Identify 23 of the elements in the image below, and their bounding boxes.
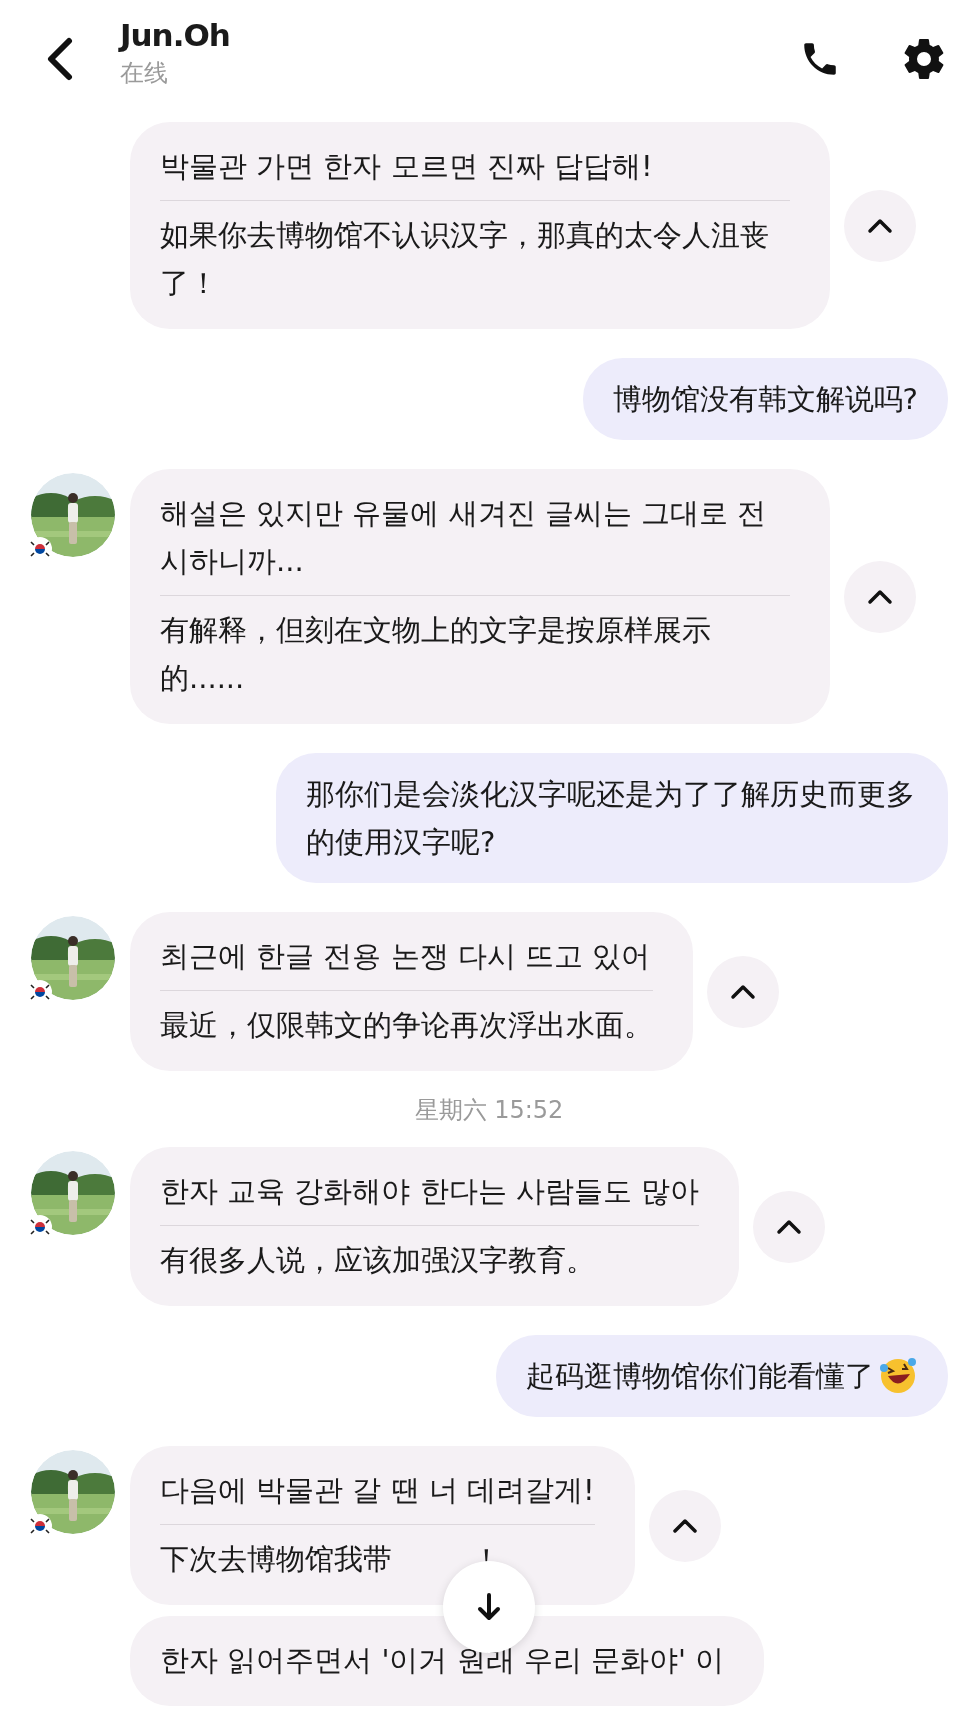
chevron-icon [867, 217, 893, 234]
message-text: 해설은 있지만 유물에 새겨진 글씨는 그대로 전시하니까... [160, 495, 768, 580]
timestamp: 星期六 15:52 [414, 1095, 564, 1126]
translation-text: 下次去博物馆我带 [160, 1541, 392, 1578]
message-text: 다음에 박물관 갈 땐 너 데려갈게! [160, 1472, 595, 1509]
translation-text: 有解释，但刻在文物上的文字是按原样展示的...... [160, 612, 712, 697]
translation-text: 有很多人说，应该加强汉字教育。 [160, 1242, 595, 1279]
chevron-icon [867, 588, 893, 605]
message-text: 박물관 가면 한자 모르면 진짜 답답해! [160, 148, 654, 185]
message-text: 최근에 한글 전용 논쟁 다시 뜨고 있어 [160, 938, 652, 975]
message-text: 起码逛博物馆你们能看懂了 [526, 1358, 874, 1395]
chevron-icon [671, 1517, 698, 1534]
chevron-icon [776, 1218, 803, 1235]
back-icon [45, 37, 75, 81]
chevron-icon [730, 983, 756, 1000]
message-text: 那你们是会淡化汉字呢还是为了了解历史而更多的使用汉字呢? [306, 776, 916, 861]
arrow-down-icon [476, 1592, 502, 1622]
online-status: 在线 [120, 58, 169, 89]
translation-text: 如果你去博物馆不认识汉字，那真的太令人沮丧了！ [160, 217, 770, 302]
message-text: 한자 교육 강화해야 한다는 사람들도 많아 [160, 1173, 700, 1210]
contact-name: Jun.Oh [120, 17, 231, 53]
translation-text: 最近，仅限韩文的争论再次浮出水面。 [160, 1007, 653, 1044]
message-text: 博物馆没有韩文解说吗? [612, 381, 918, 418]
